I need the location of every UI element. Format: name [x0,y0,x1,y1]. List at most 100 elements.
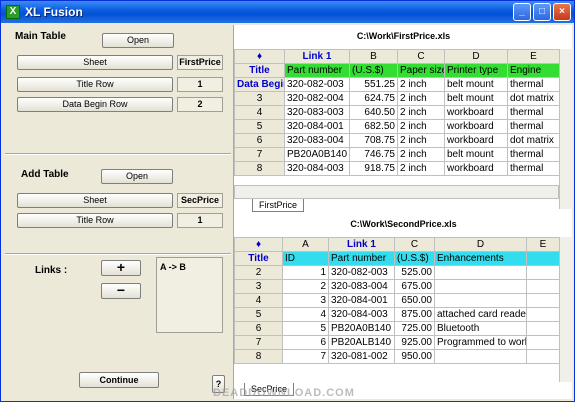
table-row[interactable]: 6 320-083-004 708.75 2 inch workboard dot mat… [234,133,560,148]
cell[interactable]: Paper size [397,63,445,78]
table-row[interactable]: 2 1 320-082-003 525.00 [234,265,560,280]
cell[interactable]: workboard [444,105,508,120]
row-header[interactable]: 5 [234,307,283,322]
column-header[interactable]: E [526,237,560,252]
cell[interactable] [434,349,527,364]
cell[interactable]: 525.00 [394,265,435,280]
cell[interactable] [526,251,560,266]
table-row[interactable]: 7 PB20A0B140 746.75 2 inch belt mount thermal [234,147,560,162]
links-list[interactable]: A -> B [156,257,223,333]
cell[interactable] [526,265,560,280]
cell[interactable]: 2 inch [397,133,445,148]
cell[interactable]: 675.00 [394,279,435,294]
cell[interactable]: 746.75 [349,147,398,162]
column-header[interactable]: B [349,49,398,64]
cell[interactable]: thermal [507,105,560,120]
row-header[interactable]: 4 [234,293,283,308]
cell[interactable]: PB20ALB140 [328,335,395,350]
cell[interactable] [526,335,560,350]
table-row[interactable]: 5 320-084-001 682.50 2 inch workboard thermal [234,119,560,134]
cell[interactable] [526,321,560,336]
cell[interactable]: 2 inch [397,105,445,120]
minimize-button[interactable]: _ [513,3,531,21]
cell[interactable]: PB20A0B140 [328,321,395,336]
row-header[interactable]: 2 [234,265,283,280]
row-header[interactable]: Title [234,251,283,266]
table-row[interactable]: Title ID Part number (U.S.$) Enhancements [234,251,560,266]
cell[interactable]: Engine [507,63,560,78]
cell[interactable]: dot matrix [507,133,560,148]
row-header[interactable]: 6 [234,321,283,336]
cell[interactable]: 5 [282,321,329,336]
corner-cell[interactable]: ♦ [234,237,283,252]
column-header[interactable]: D [444,49,508,64]
cell[interactable]: 320-082-004 [284,91,350,106]
cell[interactable]: 320-083-004 [284,133,350,148]
cell[interactable]: thermal [507,161,560,176]
cell[interactable]: ID [282,251,329,266]
cell[interactable]: workboard [444,161,508,176]
cell[interactable]: thermal [507,119,560,134]
cell[interactable]: 7 [282,349,329,364]
cell[interactable]: Enhancements [434,251,527,266]
remove-link-button[interactable]: − [101,283,141,299]
cell[interactable]: 708.75 [349,133,398,148]
cell[interactable]: 320-084-001 [328,293,395,308]
cell[interactable]: Printer type [444,63,508,78]
table-row[interactable]: 4 3 320-084-001 650.00 [234,293,560,308]
cell[interactable]: 624.75 [349,91,398,106]
cell[interactable]: 320-082-003 [284,77,350,92]
row-header[interactable]: 8 [234,161,285,176]
column-header[interactable]: C [394,237,435,252]
main-sheet-button[interactable]: Sheet [17,55,173,70]
add-link-button[interactable]: + [101,260,141,276]
table-row[interactable]: Data Begin 320-082-003 551.25 2 inch belt mo… [234,77,560,92]
column-header[interactable]: A [282,237,329,252]
table-row[interactable]: 8 320-084-003 918.75 2 inch workboard thermal [234,161,560,176]
table-row[interactable]: 6 5 PB20A0B140 725.00 Bluetooth [234,321,560,336]
cell[interactable]: 682.50 [349,119,398,134]
cell[interactable]: 320-081-002 [328,349,395,364]
main-title-row-button[interactable]: Title Row [17,77,173,92]
cell[interactable]: workboard [444,133,508,148]
table-row[interactable]: Title Part number (U.S.$) Paper size Printer… [234,63,560,78]
cell[interactable] [434,293,527,308]
column-header[interactable]: E [507,49,560,64]
table-row[interactable]: 3 320-082-004 624.75 2 inch belt mount dot ma… [234,91,560,106]
cell[interactable]: (U.S.$) [349,63,398,78]
cell[interactable]: 4 [282,307,329,322]
table-row[interactable]: 3 2 320-083-004 675.00 [234,279,560,294]
row-header[interactable]: 5 [234,119,285,134]
main-open-button[interactable]: Open [102,33,174,48]
cell[interactable]: belt mount [444,91,508,106]
cell[interactable]: Part number [284,63,350,78]
row-header[interactable]: 3 [234,279,283,294]
cell[interactable] [526,279,560,294]
row-header[interactable]: 4 [234,105,285,120]
cell[interactable]: 320-083-004 [328,279,395,294]
cell[interactable]: 551.25 [349,77,398,92]
main-data-begin-button[interactable]: Data Begin Row [17,97,173,112]
cell[interactable]: 2 inch [397,147,445,162]
add-open-button[interactable]: Open [101,169,173,184]
cell[interactable]: PB20A0B140 [284,147,350,162]
column-header[interactable]: Link 1 [328,237,395,252]
cell[interactable] [526,307,560,322]
row-header[interactable]: Data Begin [234,77,285,92]
column-header[interactable]: D [434,237,527,252]
cell[interactable]: 918.75 [349,161,398,176]
cell[interactable]: 320-084-003 [328,307,395,322]
cell[interactable]: dot matrix [507,91,560,106]
cell[interactable]: Part number [328,251,395,266]
cell[interactable]: 2 inch [397,161,445,176]
continue-button[interactable]: Continue [79,372,159,388]
cell[interactable]: 725.00 [394,321,435,336]
cell[interactable]: 650.00 [394,293,435,308]
row-header[interactable]: 6 [234,133,285,148]
cell[interactable]: attached card reader [434,307,527,322]
cell[interactable]: 2 inch [397,91,445,106]
corner-cell[interactable]: ♦ [234,49,285,64]
column-header[interactable]: Link 1 [284,49,350,64]
add-sheet-button[interactable]: Sheet [17,193,173,208]
cell[interactable]: 640.50 [349,105,398,120]
